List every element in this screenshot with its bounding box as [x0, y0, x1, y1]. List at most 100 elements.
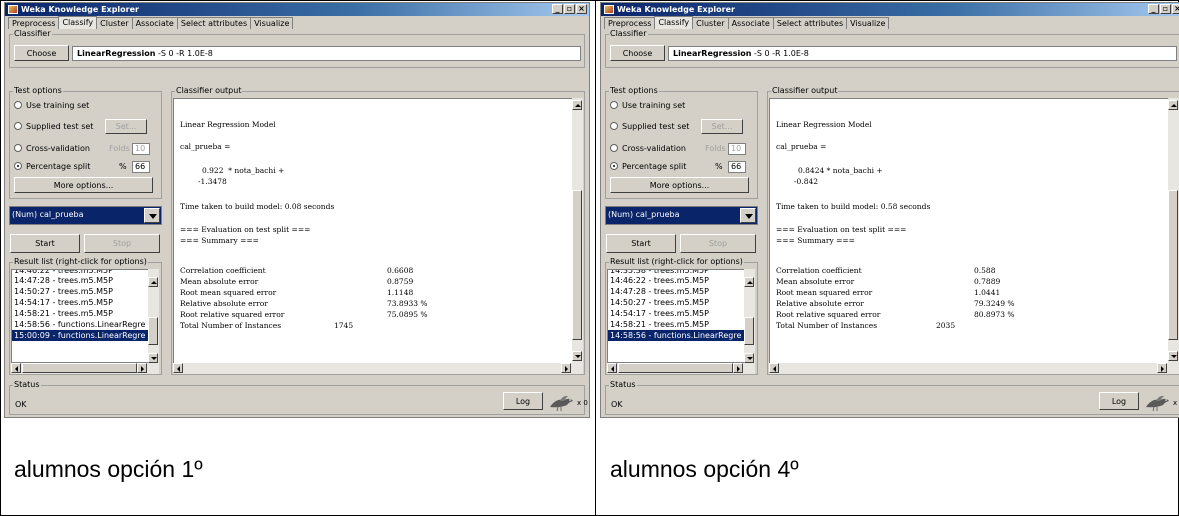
close-icon[interactable]: ×	[1172, 4, 1179, 14]
result-list-item[interactable]: 14:50:27 - trees.m5.M5P	[608, 297, 754, 308]
result-list-scrollbar[interactable]	[148, 269, 159, 363]
class-attribute-select[interactable]: (Num) cal_prueba	[9, 206, 162, 225]
close-icon[interactable]: ×	[576, 4, 587, 14]
tab-classify[interactable]: Classify	[58, 16, 98, 29]
scroll-right-icon[interactable]	[733, 363, 743, 373]
result-list-item[interactable]: 14:47:28 - trees.m5.M5P	[608, 286, 754, 297]
result-list-hscrollbar[interactable]	[607, 363, 755, 374]
result-list-scrollbar[interactable]	[744, 269, 755, 363]
result-list-hscrollbar[interactable]	[11, 363, 159, 374]
scroll-down-icon[interactable]	[148, 353, 158, 363]
class-attribute-select[interactable]: (Num) cal_prueba	[605, 206, 758, 225]
radio-supplied-test-set[interactable]: Supplied test set	[610, 121, 689, 133]
output-scrollbar[interactable]	[1168, 98, 1179, 363]
folds-input[interactable]: 10	[132, 143, 150, 155]
radio-use-training-set[interactable]: Use training set	[610, 100, 685, 112]
classifier-config-field[interactable]: LinearRegression -S 0 -R 1.0E-8	[668, 46, 1177, 61]
tab-cluster[interactable]: Cluster	[692, 17, 729, 29]
scroll-down-icon[interactable]	[744, 353, 754, 363]
scroll-up-icon[interactable]	[572, 100, 582, 110]
radio-cross-validation[interactable]: Cross-validation	[14, 143, 90, 155]
scroll-up-icon[interactable]	[1168, 100, 1178, 110]
result-list-item[interactable]: 14:58:21 - trees.m5.M5P	[12, 308, 158, 319]
classifier-output-text[interactable]: Linear Regression Model cal_prueba = 0.9…	[173, 98, 583, 374]
result-list-item[interactable]: 14:58:56 - functions.LinearRegre	[12, 319, 158, 330]
scroll-thumb[interactable]	[148, 317, 158, 345]
tab-classify[interactable]: Classify	[654, 16, 694, 29]
tab-select-attributes[interactable]: Select attributes	[772, 17, 848, 29]
log-button[interactable]: Log	[503, 392, 543, 410]
scroll-down-icon[interactable]	[572, 351, 582, 361]
scroll-down-icon[interactable]	[1168, 351, 1178, 361]
result-list-item[interactable]: 14:54:17 - trees.m5.M5P	[12, 297, 158, 308]
scroll-right-icon[interactable]	[1157, 363, 1167, 373]
result-list[interactable]: 14:35:38 - trees.m5.M5P 14:46:22 - trees.…	[607, 269, 755, 363]
stop-button[interactable]: Stop	[680, 234, 756, 253]
result-list-item[interactable]: 15:00:09 - functions.LinearRegre	[12, 330, 158, 341]
title-bar[interactable]: Weka Knowledge Explorer _ ▫ ×	[601, 3, 1179, 16]
tab-visualize[interactable]: Visualize	[846, 17, 890, 29]
scroll-thumb[interactable]	[744, 317, 754, 345]
output-hscrollbar[interactable]	[173, 363, 583, 374]
radio-percentage-split[interactable]: Percentage split	[610, 161, 686, 173]
scroll-right-icon[interactable]	[561, 363, 571, 373]
folds-input[interactable]: 10	[728, 143, 746, 155]
scroll-thumb[interactable]	[1168, 190, 1178, 340]
result-list-item[interactable]: 14:47:28 - trees.m5.M5P	[12, 275, 158, 286]
set-button[interactable]: Set...	[105, 119, 147, 134]
split-percent-input[interactable]: 66	[132, 161, 150, 173]
classifier-config-field[interactable]: LinearRegression -S 0 -R 1.0E-8	[72, 46, 581, 61]
tab-visualize[interactable]: Visualize	[250, 17, 294, 29]
chevron-down-icon[interactable]	[144, 208, 160, 223]
radio-cross-validation[interactable]: Cross-validation	[610, 143, 686, 155]
scroll-left-icon[interactable]	[769, 363, 779, 373]
start-button[interactable]: Start	[10, 234, 80, 253]
choose-button[interactable]: Choose	[610, 45, 665, 61]
title-bar[interactable]: Weka Knowledge Explorer _ ▫ ×	[5, 3, 589, 16]
result-list-item[interactable]: 14:58:56 - functions.LinearRegre	[608, 330, 754, 341]
scroll-thumb[interactable]	[572, 190, 582, 340]
tab-cluster[interactable]: Cluster	[96, 17, 133, 29]
more-options-button[interactable]: More options...	[14, 177, 153, 193]
scroll-up-icon[interactable]	[148, 277, 158, 287]
maximize-icon[interactable]: ▫	[1160, 4, 1171, 14]
set-button[interactable]: Set...	[701, 119, 743, 134]
radio-supplied-test-set[interactable]: Supplied test set	[14, 121, 93, 133]
scroll-left-icon[interactable]	[11, 363, 21, 373]
scroll-left-icon[interactable]	[173, 363, 183, 373]
tab-select-attributes[interactable]: Select attributes	[176, 17, 252, 29]
scroll-right-icon[interactable]	[137, 363, 147, 373]
tab-preprocess[interactable]: Preprocess	[604, 17, 656, 29]
result-list-item[interactable]: 14:54:17 - trees.m5.M5P	[608, 308, 754, 319]
output-scrollbar[interactable]	[572, 98, 583, 363]
maximize-icon[interactable]: ▫	[564, 4, 575, 14]
stop-button[interactable]: Stop	[84, 234, 160, 253]
split-percent-input[interactable]: 66	[728, 161, 746, 173]
output-hscrollbar[interactable]	[769, 363, 1179, 374]
choose-button[interactable]: Choose	[14, 45, 69, 61]
weka-app-icon	[604, 5, 614, 14]
scroll-left-icon[interactable]	[607, 363, 617, 373]
classifier-output-text[interactable]: Linear Regression Model cal_prueba = 0.8…	[769, 98, 1179, 374]
hscroll-thumb[interactable]	[618, 363, 733, 373]
hscroll-thumb[interactable]	[22, 363, 137, 373]
result-list-item[interactable]: 14:46:22 - trees.m5.M5P	[608, 275, 754, 286]
result-list[interactable]: 14:46:22 - trees.m5.M5P 14:47:28 - trees.…	[11, 269, 159, 363]
result-list-item[interactable]: 14:58:21 - trees.m5.M5P	[608, 319, 754, 330]
tab-preprocess[interactable]: Preprocess	[8, 17, 60, 29]
weka-bird-icon[interactable]	[548, 392, 576, 412]
tab-associate[interactable]: Associate	[727, 17, 774, 29]
minimize-icon[interactable]: _	[1148, 4, 1159, 14]
minimize-icon[interactable]: _	[552, 4, 563, 14]
window-title: Weka Knowledge Explorer	[617, 5, 735, 14]
result-list-item[interactable]: 14:50:27 - trees.m5.M5P	[12, 286, 158, 297]
tab-associate[interactable]: Associate	[131, 17, 178, 29]
start-button[interactable]: Start	[606, 234, 676, 253]
log-button[interactable]: Log	[1099, 392, 1139, 410]
scroll-up-icon[interactable]	[744, 277, 754, 287]
weka-bird-icon[interactable]	[1144, 392, 1172, 412]
chevron-down-icon[interactable]	[740, 208, 756, 223]
more-options-button[interactable]: More options...	[610, 177, 749, 193]
radio-use-training-set[interactable]: Use training set	[14, 100, 89, 112]
radio-percentage-split[interactable]: Percentage split	[14, 161, 90, 173]
